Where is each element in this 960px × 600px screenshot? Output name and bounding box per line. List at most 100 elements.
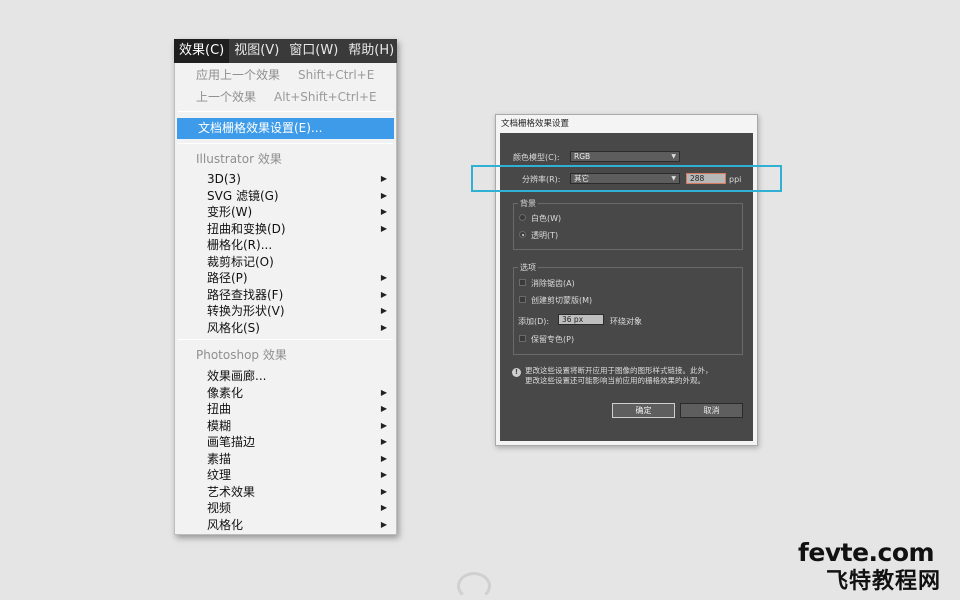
menu-separator (178, 111, 393, 112)
menu-item[interactable]: 模糊 ▶ (175, 418, 396, 434)
submenu-arrow-icon: ▶ (380, 322, 387, 332)
menu-item[interactable]: 3D(3) ▶ (175, 171, 396, 187)
menu-item-label: 扭曲和变换(D) (207, 221, 286, 236)
submenu-arrow-icon: ▶ (380, 174, 387, 183)
menu-item[interactable]: 风格化(S) ▶ (175, 320, 396, 336)
dialog-title: 文档栅格效果设置 (501, 119, 570, 129)
submenu-arrow-icon: ▶ (380, 470, 387, 479)
menu-item[interactable]: 纹理 ▶ (175, 467, 396, 483)
menu-document-raster-settings[interactable]: 文档栅格效果设置(E)... (177, 118, 394, 139)
menu-item-label: 3D(3) (207, 172, 241, 186)
antialias-checkbox[interactable] (519, 279, 526, 286)
menu-apply-last-effect[interactable]: 应用上一个效果 Shift+Ctrl+E (175, 67, 396, 83)
menu-item[interactable]: 像素化 ▶ (175, 385, 396, 401)
menu-item-label: 艺术效果 (207, 484, 256, 499)
submenu-arrow-icon: ▶ (380, 420, 387, 430)
menu-item-label: 素描 (207, 451, 232, 466)
menu-item[interactable]: 裁剪标记(O) (175, 254, 396, 270)
ok-button[interactable]: 确定 (612, 403, 675, 418)
submenu-arrow-icon: ▶ (380, 437, 387, 446)
menu-item-label: 裁剪标记(O) (207, 254, 274, 269)
menu-item-label: 纹理 (207, 468, 232, 482)
submenu-arrow-icon: ▶ (380, 207, 387, 216)
submenu-arrow-icon: ▶ (380, 503, 387, 512)
info-icon: ! (512, 368, 521, 377)
submenu-arrow-icon: ▶ (380, 519, 387, 529)
preserve-spot-checkbox[interactable] (519, 335, 526, 342)
menu-item[interactable]: 栅格化(R)... (175, 237, 396, 253)
menu-item[interactable]: 素描 ▶ (175, 451, 396, 467)
submenu-arrow-icon: ▶ (380, 404, 387, 413)
menu-item-label: 路径查找器(F) (207, 287, 284, 302)
bg-transparent-label: 透明(T) (531, 231, 559, 240)
submenu-arrow-icon: ▶ (380, 223, 387, 233)
menu-item[interactable]: SVG 滤镜(G) ▶ (175, 188, 396, 204)
menu-last-effect[interactable]: 上一个效果 Alt+Shift+Ctrl+E (175, 89, 396, 105)
menu-illustrator-effects-header: Illustrator 效果 (196, 152, 282, 166)
submenu-arrow-icon: ▶ (380, 190, 387, 200)
options-group-title: 选项 (518, 262, 538, 273)
info-text-line2: 更改这些设置还可能影响当前应用的栅格效果的外观。 (525, 376, 705, 385)
background-group (513, 203, 743, 250)
menubar-window[interactable]: 窗口(W) (284, 39, 343, 63)
menu-item-label: 变形(W) (207, 205, 253, 219)
menu-item[interactable]: 路径查找器(F) ▶ (175, 287, 396, 303)
effects-dropdown: 应用上一个效果 Shift+Ctrl+E 上一个效果 Alt+Shift+Ctr… (174, 63, 397, 535)
menu-item[interactable]: 效果画廊... (175, 368, 396, 384)
submenu-arrow-icon: ▶ (380, 453, 387, 463)
submenu-arrow-icon: ▶ (380, 486, 387, 496)
preserve-spot-label: 保留专色(P) (531, 335, 575, 344)
bg-white-radio[interactable] (519, 214, 526, 221)
menu-item-label: 风格化 (207, 517, 244, 532)
color-model-label: 颜色模型(C): (513, 153, 560, 162)
color-model-value: RGB (574, 152, 591, 161)
menu-item[interactable]: 画笔描边 ▶ (175, 434, 396, 450)
watermark-site-name: 飞特教程网 (826, 569, 942, 594)
resolution-highlight-box (471, 165, 782, 192)
add-px-input[interactable]: 36 px (558, 314, 604, 325)
menu-item-label: 扭曲 (207, 402, 232, 416)
menu-item-label: SVG 滤镜(G) (207, 188, 279, 203)
dropdown-arrow-icon: ▼ (671, 153, 676, 160)
document-raster-effects-dialog: 文档栅格效果设置 颜色模型(C): RGB ▼ 分辨率(R): 其它 ▼ 288… (495, 114, 758, 446)
menu-item[interactable]: 艺术效果 ▶ (175, 484, 396, 500)
menu-shortcut: Alt+Shift+Ctrl+E (274, 90, 377, 104)
menubar: 效果(C) 视图(V) 窗口(W) 帮助(H) (174, 39, 397, 63)
menu-separator (178, 143, 393, 144)
menu-item[interactable]: 扭曲 ▶ (175, 401, 396, 417)
background-group-title: 背景 (518, 198, 538, 209)
menu-item-label: 模糊 (207, 418, 232, 433)
menubar-effect[interactable]: 效果(C) (174, 39, 230, 63)
menu-item-label: 转换为形状(V) (207, 304, 285, 318)
menu-item[interactable]: 变形(W) ▶ (175, 204, 396, 220)
menu-item-label: 效果画廊... (207, 369, 267, 383)
antialias-label: 消除锯齿(A) (531, 279, 575, 288)
submenu-arrow-icon: ▶ (380, 289, 387, 299)
menu-separator (178, 339, 393, 340)
menu-item[interactable]: 转换为形状(V) ▶ (175, 303, 396, 319)
submenu-arrow-icon: ▶ (380, 306, 387, 315)
submenu-arrow-icon: ▶ (380, 273, 387, 282)
menu-item[interactable]: 风格化 ▶ (175, 517, 396, 533)
menu-item-label: 上一个效果 (196, 90, 257, 104)
add-suffix: 环绕对象 (610, 317, 642, 326)
menu-photoshop-effects-header: Photoshop 效果 (196, 348, 287, 362)
menubar-help[interactable]: 帮助(H) (343, 39, 397, 63)
menu-item[interactable]: 路径(P) ▶ (175, 270, 396, 286)
menu-item[interactable]: 视频 ▶ (175, 500, 396, 516)
menu-item-label: 应用上一个效果 (196, 68, 281, 82)
color-model-select[interactable]: RGB ▼ (570, 151, 680, 162)
clipping-mask-label: 创建剪切蒙版(M) (531, 296, 593, 305)
add-label: 添加(D): (518, 317, 550, 326)
menu-item-label: 视频 (207, 501, 232, 515)
menu-item-label: 栅格化(R)... (207, 238, 273, 252)
menu-item[interactable]: 扭曲和变换(D) ▶ (175, 221, 396, 237)
clipping-mask-checkbox[interactable] (519, 296, 526, 303)
cancel-button[interactable]: 取消 (680, 403, 743, 418)
menubar-view[interactable]: 视图(V) (229, 39, 284, 63)
bg-white-label: 白色(W) (531, 214, 562, 223)
menu-item-label: 画笔描边 (207, 435, 256, 449)
menu-item-label: 像素化 (207, 385, 244, 400)
menu-item-label: 路径(P) (207, 271, 248, 285)
bg-transparent-radio[interactable] (519, 231, 526, 238)
